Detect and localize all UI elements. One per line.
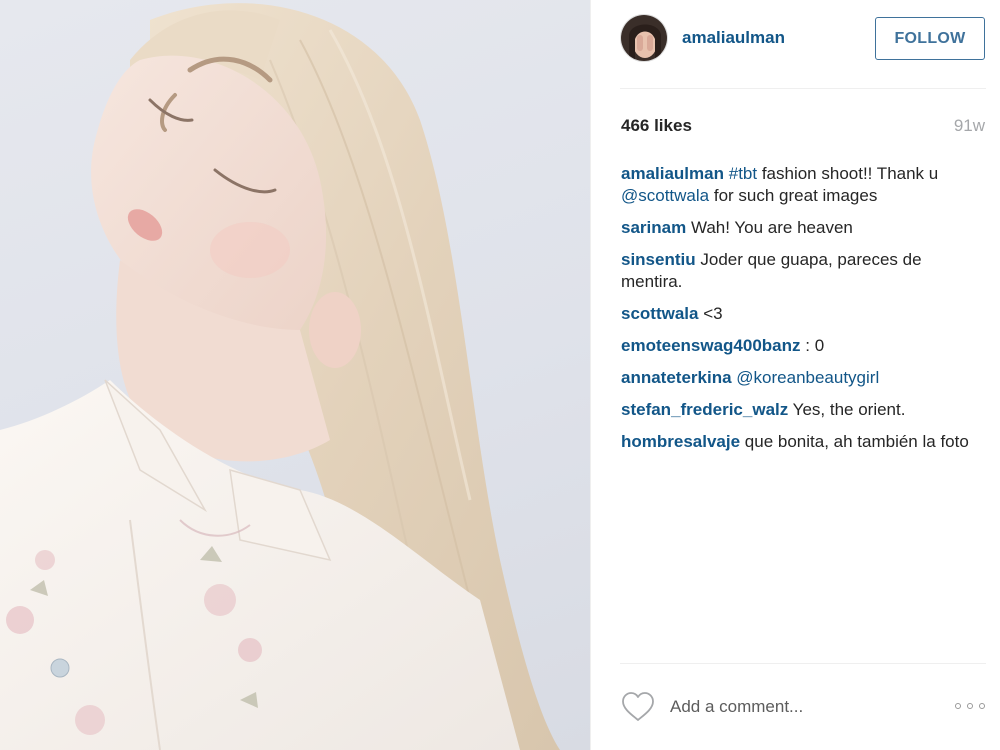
more-options-icon[interactable] bbox=[952, 694, 988, 718]
comment-author-link[interactable]: stefan_frederic_walz bbox=[621, 400, 788, 419]
comment-author-link[interactable]: hombresalvaje bbox=[621, 432, 740, 451]
post-age[interactable]: 91w bbox=[954, 116, 985, 136]
post-photo bbox=[0, 0, 590, 750]
comment-author-link[interactable]: annateterkina bbox=[621, 368, 732, 387]
comment-link[interactable]: @koreanbeautygirl bbox=[736, 368, 879, 387]
comment-item: hombresalvaje que bonita, ah también la … bbox=[621, 431, 981, 453]
comment-text: Wah! You are heaven bbox=[690, 218, 853, 237]
comment-text: Yes, the orient. bbox=[792, 400, 906, 419]
comment-bar bbox=[620, 688, 990, 726]
comment-list: amaliaulman #tbt fashion shoot!! Thank u… bbox=[621, 163, 981, 463]
divider bbox=[620, 88, 986, 89]
comment-author-link[interactable]: amaliaulman bbox=[621, 164, 724, 183]
comment-text: for such great images bbox=[709, 186, 878, 205]
comment-author-link[interactable]: sinsentiu bbox=[621, 250, 696, 269]
follow-button[interactable]: FOLLOW bbox=[875, 17, 985, 60]
comment-item: scottwala <3 bbox=[621, 303, 981, 325]
post-header: amaliaulman FOLLOW bbox=[620, 14, 986, 64]
username-link[interactable]: amaliaulman bbox=[682, 28, 785, 48]
post-details-panel: amaliaulman FOLLOW 466 likes 91w amaliau… bbox=[590, 0, 1000, 750]
comment-text: <3 bbox=[703, 304, 723, 323]
comment-item: sarinam Wah! You are heaven bbox=[621, 217, 981, 239]
comment-link[interactable]: #tbt bbox=[729, 164, 757, 183]
comment-input[interactable] bbox=[670, 693, 940, 721]
heart-outline-icon[interactable] bbox=[621, 691, 655, 723]
divider bbox=[620, 663, 986, 664]
likes-count[interactable]: 466 likes bbox=[621, 116, 692, 136]
comment-item: emoteenswag400banz : 0 bbox=[621, 335, 981, 357]
comment-link[interactable]: @scottwala bbox=[621, 186, 709, 205]
comment-item: amaliaulman #tbt fashion shoot!! Thank u… bbox=[621, 163, 981, 207]
comment-item: sinsentiu Joder que guapa, pareces de me… bbox=[621, 249, 981, 293]
comment-author-link[interactable]: scottwala bbox=[621, 304, 698, 323]
comment-author-link[interactable]: emoteenswag400banz bbox=[621, 336, 801, 355]
comment-text: : 0 bbox=[805, 336, 825, 355]
comment-item: annateterkina @koreanbeautygirl bbox=[621, 367, 981, 389]
avatar[interactable] bbox=[620, 14, 668, 62]
comment-text: que bonita, ah también la foto bbox=[744, 432, 969, 451]
comment-text: fashion shoot!! Thank u bbox=[757, 164, 939, 183]
comment-author-link[interactable]: sarinam bbox=[621, 218, 686, 237]
comment-item: stefan_frederic_walz Yes, the orient. bbox=[621, 399, 981, 421]
